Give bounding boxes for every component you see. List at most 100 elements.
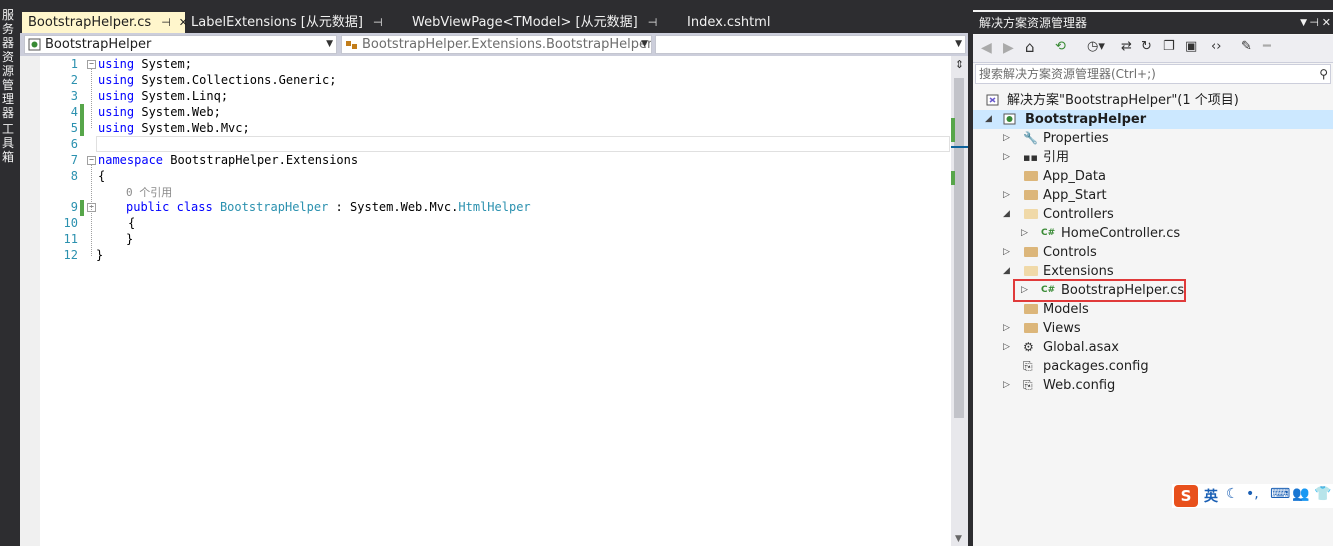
- scroll-change-marker: [951, 118, 955, 142]
- csharp-file-icon: C#: [1041, 285, 1056, 295]
- tree-item-app-start[interactable]: ▷ App_Start: [1003, 186, 1107, 205]
- forward-icon[interactable]: ▶: [1003, 40, 1014, 56]
- chevron-down-icon: ▼: [955, 39, 962, 49]
- line-number: 5: [70, 121, 78, 135]
- chevron-down-icon: ▼: [641, 39, 648, 49]
- config-file-icon: ⎘: [1023, 359, 1033, 373]
- search-icon[interactable]: ⚲: [1319, 65, 1328, 83]
- line-number: 11: [63, 232, 78, 246]
- split-icon[interactable]: ⇕: [953, 58, 966, 72]
- tree-label: Models: [1043, 302, 1089, 317]
- tree-item-home-controller[interactable]: ▷ C# HomeController.cs: [1021, 224, 1180, 243]
- sync-icon[interactable]: ⟲: [1055, 39, 1066, 54]
- expanded-icon[interactable]: ◢: [1003, 205, 1010, 224]
- tree-item-models[interactable]: Models: [1003, 300, 1089, 319]
- preview-icon[interactable]: ━: [1263, 39, 1271, 54]
- tree-item-views[interactable]: ▷ Views: [1003, 319, 1081, 338]
- tree-label: Properties: [1043, 131, 1109, 146]
- ime-language-toggle[interactable]: 英: [1204, 486, 1218, 506]
- pin-icon[interactable]: ⊣: [373, 16, 383, 29]
- tab-labelextensions[interactable]: LabelExtensions [从元数据] ⊣: [185, 12, 383, 33]
- line-number: 1: [70, 57, 78, 71]
- code-line: }: [126, 232, 134, 246]
- open-folder-icon: [1024, 209, 1038, 219]
- collapsed-icon[interactable]: ▷: [1003, 338, 1010, 357]
- project-dropdown[interactable]: BootstrapHelper ▼: [24, 35, 337, 54]
- class-icon: [346, 41, 357, 49]
- tab-bootstraphelper[interactable]: BootstrapHelper.cs ⊣ ✕: [22, 12, 188, 33]
- line-number: 9: [70, 200, 78, 214]
- tree-label: App_Start: [1043, 188, 1107, 203]
- pin-icon[interactable]: ⊣: [1309, 12, 1319, 34]
- collapsed-icon[interactable]: ▷: [1021, 281, 1028, 300]
- pin-icon[interactable]: ⊣: [648, 16, 658, 29]
- server-explorer-tab[interactable]: 服务器资源管理器: [2, 8, 16, 120]
- chevron-down-icon[interactable]: ▼: [1300, 12, 1307, 34]
- line-number: 12: [63, 248, 78, 262]
- home-icon[interactable]: ⌂: [1025, 38, 1035, 56]
- collapsed-icon[interactable]: ▷: [1003, 148, 1010, 167]
- user-icon[interactable]: 👥: [1292, 486, 1309, 502]
- tree-item-global[interactable]: ▷ ⚙ Global.asax: [1003, 338, 1119, 357]
- show-all-files-icon[interactable]: ❐: [1163, 39, 1175, 54]
- tab-label: BootstrapHelper.cs: [28, 15, 152, 30]
- tree-item-bootstrap-helper[interactable]: ▷ C# BootstrapHelper.cs: [1021, 281, 1184, 300]
- tree-label: Extensions: [1043, 264, 1114, 279]
- code-brackets-icon[interactable]: ‹›: [1211, 39, 1221, 54]
- collapsed-icon[interactable]: ▷: [1003, 129, 1010, 148]
- sogou-logo-icon[interactable]: S: [1174, 485, 1198, 507]
- solution-search-input[interactable]: 搜索解决方案资源管理器(Ctrl+;) ⚲: [975, 64, 1331, 84]
- tree-item-properties[interactable]: ▷ 🔧 Properties: [1003, 129, 1109, 148]
- punctuation-icon[interactable]: •,: [1246, 486, 1259, 502]
- view-code-icon[interactable]: ▣: [1185, 39, 1197, 54]
- collapse-all-icon[interactable]: ↻: [1141, 39, 1152, 54]
- expanded-icon[interactable]: ◢: [985, 110, 992, 129]
- tree-item-app-data[interactable]: App_Data: [1003, 167, 1106, 186]
- code-line: using System.Collections.Generic;: [98, 73, 337, 87]
- open-folder-icon: [1024, 266, 1038, 276]
- collapsed-icon[interactable]: ▷: [1003, 319, 1010, 338]
- tab-label: Index.cshtml: [687, 15, 771, 30]
- properties-icon[interactable]: ✎: [1241, 39, 1252, 54]
- back-icon[interactable]: ◀: [981, 40, 992, 56]
- tree-label: 解决方案"BootstrapHelper"(1 个项目): [1007, 93, 1239, 108]
- tab-index[interactable]: Index.cshtml: [681, 12, 801, 33]
- line-number: 6: [70, 137, 78, 151]
- tree-item-packages[interactable]: ⎘ packages.config: [1003, 357, 1149, 376]
- pending-changes-icon[interactable]: ◷▾: [1087, 39, 1105, 54]
- skin-icon[interactable]: 👕: [1314, 486, 1331, 502]
- expanded-icon[interactable]: ◢: [1003, 262, 1010, 281]
- toolbox-tab[interactable]: 工具箱: [2, 122, 16, 164]
- close-icon[interactable]: ✕: [1322, 12, 1331, 34]
- moon-icon[interactable]: ☾: [1226, 486, 1239, 502]
- codelens-references[interactable]: 0 个引用: [126, 184, 172, 200]
- folder-icon: [1024, 323, 1038, 333]
- tree-item-controls[interactable]: ▷ Controls: [1003, 243, 1097, 262]
- keyboard-icon[interactable]: ⌨: [1270, 486, 1290, 502]
- tab-webviewpage[interactable]: WebViewPage<TModel> [从元数据] ⊣: [406, 12, 666, 33]
- collapsed-icon[interactable]: ▷: [1003, 243, 1010, 262]
- collapsed-icon[interactable]: ▷: [1003, 376, 1010, 395]
- global-asax-icon: ⚙: [1023, 340, 1034, 354]
- tree-item-controllers[interactable]: ◢ Controllers: [1003, 205, 1114, 224]
- member-dropdown[interactable]: ▼: [655, 35, 966, 54]
- collapsed-icon[interactable]: ▷: [1003, 186, 1010, 205]
- tree-item-webconfig[interactable]: ▷ ⎘ Web.config: [1003, 376, 1115, 395]
- outline-guide: [91, 68, 92, 128]
- scroll-down-icon[interactable]: ▼: [955, 534, 962, 544]
- left-tool-strip: 服务器资源管理器 工具箱: [0, 0, 20, 546]
- tree-solution[interactable]: 解决方案"BootstrapHelper"(1 个项目): [986, 91, 1239, 110]
- code-line: public class BootstrapHelper : System.We…: [126, 200, 531, 214]
- type-dropdown[interactable]: BootstrapHelper.Extensions.BootstrapHelp…: [341, 35, 652, 54]
- folder-icon: [1024, 304, 1038, 314]
- scrollbar-thumb[interactable]: [954, 78, 964, 418]
- editor-vertical-scrollbar[interactable]: ⇕ ▼: [951, 56, 968, 546]
- line-number: 8: [70, 169, 78, 183]
- refresh-icon[interactable]: ⇄: [1121, 39, 1132, 54]
- code-line: using System.Web;: [98, 105, 221, 119]
- tree-project[interactable]: ◢ BootstrapHelper: [985, 110, 1146, 129]
- tree-item-references[interactable]: ▷ ▪▪ 引用: [1003, 148, 1069, 167]
- pin-icon[interactable]: ⊣: [161, 16, 171, 29]
- current-line-highlight: [96, 136, 950, 152]
- collapsed-icon[interactable]: ▷: [1021, 224, 1028, 243]
